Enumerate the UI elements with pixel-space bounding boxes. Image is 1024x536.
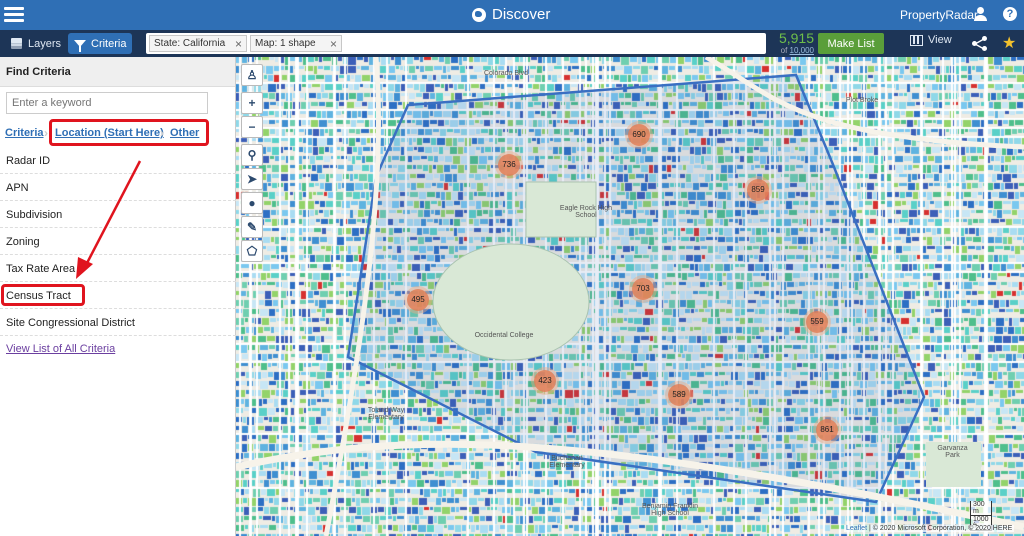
place-label: Buchanan Elementary xyxy=(549,455,585,469)
breadcrumb-highlight-box xyxy=(49,119,209,146)
draw-shape-icon[interactable]: ⬠ xyxy=(241,240,263,262)
filter-icon xyxy=(74,40,86,52)
share-icon[interactable] xyxy=(972,36,988,52)
criteria-sidebar: Find Criteria Criteria › Location (Start… xyxy=(0,57,236,536)
criteria-list: Radar ID APN Subdivision Zoning Tax Rate… xyxy=(0,147,236,336)
map-cluster[interactable]: 736 xyxy=(498,154,520,176)
chip-label: State: California xyxy=(154,38,226,49)
layers-button[interactable]: Layers xyxy=(4,33,67,54)
leaflet-link[interactable]: Leaflet xyxy=(846,525,867,532)
map-cluster[interactable]: 703 xyxy=(632,278,654,300)
account-name[interactable]: PropertyRadar xyxy=(900,8,978,22)
make-list-button[interactable]: Make List xyxy=(818,33,884,54)
census-tract-highlight-box xyxy=(1,284,85,306)
list-item-subdivision[interactable]: Subdivision xyxy=(0,201,236,228)
layers-label: Layers xyxy=(28,37,62,50)
close-icon[interactable]: × xyxy=(330,37,337,51)
layers-icon xyxy=(10,38,23,49)
list-item-zoning[interactable]: Zoning xyxy=(0,228,236,255)
map-cluster[interactable]: 861 xyxy=(816,419,838,441)
globe-icon[interactable]: ● xyxy=(241,192,263,214)
criteria-button[interactable]: Criteria xyxy=(68,33,133,54)
view-all-criteria-link[interactable]: View List of All Criteria xyxy=(6,343,115,355)
criteria-label: Criteria xyxy=(91,37,127,50)
college-area xyxy=(432,243,590,361)
list-item-site-congressional-district[interactable]: Site Congressional District xyxy=(0,309,236,336)
ruler-icon[interactable]: ✎ xyxy=(241,216,263,238)
keyword-search-input[interactable] xyxy=(6,92,208,114)
chip-state[interactable]: State: California × xyxy=(149,35,247,52)
place-label: Toland Way Elementary xyxy=(367,407,405,421)
criteria-chip-bar[interactable]: State: California × Map: 1 shape × xyxy=(146,33,766,54)
user-icon[interactable] xyxy=(973,7,987,21)
map-cluster[interactable]: 690 xyxy=(628,124,650,146)
toolbar: Layers Criteria State: California × Map:… xyxy=(0,30,1024,57)
chip-label: Map: 1 shape xyxy=(255,38,316,49)
highway-road xyxy=(236,440,1024,531)
result-count-max: of 10,000 xyxy=(780,46,814,55)
map-tools: ♙ + − ⚲ ➤ ● ✎ ⬠ xyxy=(241,64,263,264)
breadcrumb-criteria[interactable]: Criteria xyxy=(5,127,44,139)
top-bar: Discover PropertyRadar ? xyxy=(0,0,1024,30)
scale-metric: 300 m xyxy=(970,501,992,516)
page-title: Discover xyxy=(492,6,551,23)
page-title-group: Discover xyxy=(472,6,550,23)
list-item-radar-id[interactable]: Radar ID xyxy=(0,147,236,174)
map-cluster[interactable]: 495 xyxy=(407,289,429,311)
map-cluster[interactable]: 423 xyxy=(534,370,556,392)
map-cluster[interactable]: 559 xyxy=(806,311,828,333)
list-item-census-tract[interactable]: Census Tract xyxy=(0,282,236,309)
map-cluster[interactable]: 589 xyxy=(668,384,690,406)
zoom-out-button[interactable]: − xyxy=(241,116,263,138)
app-root: Discover PropertyRadar ? Layers Criteria… xyxy=(0,0,1024,536)
pin-icon[interactable]: ⚲ xyxy=(241,144,263,166)
view-button[interactable]: View xyxy=(910,34,952,46)
place-label: Eagle Rock High School xyxy=(559,205,613,219)
favorite-star-icon[interactable]: ★ xyxy=(1002,33,1016,53)
breadcrumb-separator: › xyxy=(44,126,48,140)
place-label: Occidental College xyxy=(474,332,534,339)
sidebar-title: Find Criteria xyxy=(0,57,235,87)
locate-icon[interactable]: ➤ xyxy=(241,168,263,190)
street-label: Colorado Blvd xyxy=(484,70,528,77)
result-count: 5,915 of 10,000 xyxy=(774,30,814,56)
help-icon[interactable]: ? xyxy=(1003,7,1017,21)
close-icon[interactable]: × xyxy=(235,37,242,51)
place-label: Plot Broke xyxy=(845,97,879,104)
place-label: Benjamin Franklin High School xyxy=(641,503,699,517)
map-icon xyxy=(910,34,923,46)
map-cluster[interactable]: 859 xyxy=(747,179,769,201)
list-item-apn[interactable]: APN xyxy=(0,174,236,201)
street-view-icon[interactable]: ♙ xyxy=(241,64,263,86)
zoom-in-button[interactable]: + xyxy=(241,92,263,114)
view-label: View xyxy=(928,34,952,46)
globe-icon xyxy=(472,7,486,22)
chip-map-shape[interactable]: Map: 1 shape × xyxy=(250,35,342,52)
result-count-value: 5,915 xyxy=(778,30,814,46)
hamburger-icon[interactable] xyxy=(4,4,24,26)
attribution-text: | © 2020 Microsoft Corporation, © 2020 H… xyxy=(868,525,1013,532)
map-attribution: Leaflet | © 2020 Microsoft Corporation, … xyxy=(844,525,1015,532)
list-item-tax-rate-area[interactable]: Tax Rate Area xyxy=(0,255,236,282)
map-canvas[interactable]: ♙ + − ⚲ ➤ ● ✎ ⬠ 690 736 859 495 703 559 … xyxy=(236,57,1024,536)
breadcrumb: Criteria › Location (Start Here) › Other xyxy=(0,119,236,147)
place-label: Garvanza Park xyxy=(937,445,968,459)
